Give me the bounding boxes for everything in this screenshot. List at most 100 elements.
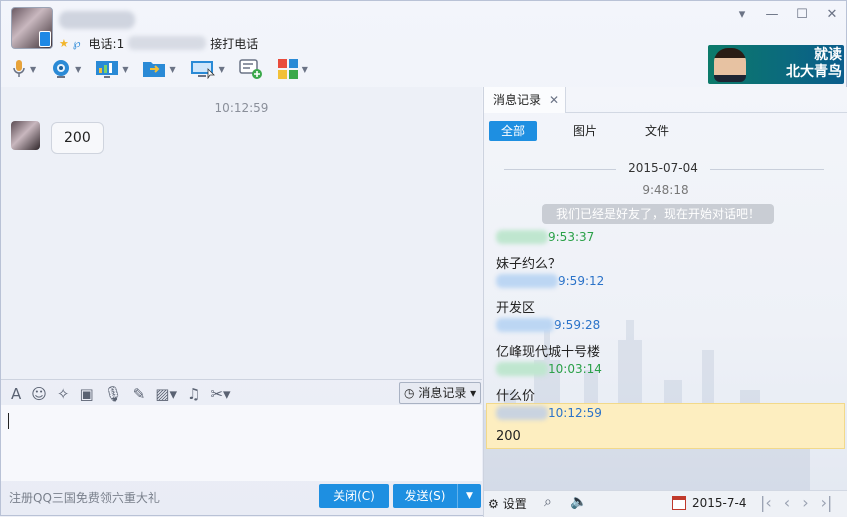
sender-name-redacted: [496, 318, 554, 332]
close-icon[interactable]: ✕: [549, 87, 559, 113]
window-controls: ▾ — ☐ ✕: [734, 7, 840, 23]
webcam-icon: [53, 60, 70, 78]
filter-files[interactable]: 文件: [633, 121, 681, 141]
tab-label: 消息记录: [493, 93, 542, 107]
entry-header: 9:53:37: [496, 229, 836, 245]
chevron-down-icon[interactable]: ▼: [75, 65, 81, 74]
date-separator: 2015-07-04: [484, 161, 847, 177]
message-history-label: 消息记录: [418, 386, 467, 400]
font-icon[interactable]: A: [11, 384, 21, 404]
input-divider: [1, 379, 482, 380]
input-toolbar: A ☺ ✧ ▣ 🎙 ✎ ▨▾ ♫ ✂▾: [11, 383, 231, 405]
history-entry[interactable]: 9:59:12 开发区: [496, 273, 836, 316]
history-entry[interactable]: 10:03:14 什么价: [496, 361, 836, 404]
history-filters: 全部 图片 文件: [489, 121, 681, 141]
send-file-button[interactable]: ▼: [142, 59, 176, 79]
entry-header: 10:03:14: [496, 361, 836, 377]
history-tab-bar: 消息记录 ✕: [484, 87, 847, 113]
send-button[interactable]: 发送(S): [393, 484, 457, 508]
history-pagination: |‹ ‹ › ›|: [760, 493, 832, 512]
ad-photo: [714, 48, 746, 82]
entry-header: 9:59:12: [496, 273, 836, 289]
history-entry[interactable]: 10:12:59 200: [496, 405, 836, 444]
monitor-icon: [190, 61, 215, 79]
promo-link[interactable]: 注册QQ三国免费领六重大礼: [9, 489, 160, 506]
apps-button[interactable]: ▼: [277, 58, 308, 80]
filter-all[interactable]: 全部: [489, 121, 538, 141]
chevron-down-icon[interactable]: ▼: [219, 65, 225, 74]
message-timestamp: 10:12:59: [214, 101, 269, 115]
presentation-icon: [96, 61, 119, 78]
sender-name-redacted: [496, 230, 548, 244]
last-page-icon[interactable]: ›|: [821, 493, 833, 512]
maximize-icon[interactable]: ☐: [794, 7, 810, 23]
tab-message-history[interactable]: 消息记录 ✕: [484, 87, 567, 113]
filter-images[interactable]: 图片: [561, 121, 609, 141]
speaker-icon[interactable]: 🔈: [570, 494, 587, 510]
text-cursor: [8, 413, 9, 429]
message-input[interactable]: [1, 405, 482, 481]
edit-icon[interactable]: ✎: [133, 384, 146, 404]
history-entry[interactable]: 9:59:28 亿峰现代城十号楼: [496, 317, 836, 360]
minimize-icon[interactable]: —: [764, 7, 780, 23]
chevron-down-icon[interactable]: ▼: [30, 65, 36, 74]
entry-text: 200: [496, 429, 521, 444]
emoji-icon[interactable]: ☺: [31, 384, 47, 404]
chat-window: ★ ℘ 电话:1 接打电话 ▾ — ☐ ✕ ▼ ▼ ▼ ▼ ▼ ▼ 就读 北大青…: [0, 0, 847, 517]
close-icon[interactable]: ✕: [824, 7, 840, 23]
nudge-icon[interactable]: ✧: [57, 384, 70, 404]
ad-banner[interactable]: 就读 北大青鸟: [708, 45, 844, 84]
chat-header: ★ ℘ 电话:1 接打电话 ▾ — ☐ ✕ ▼ ▼ ▼ ▼ ▼ ▼ 就读 北大青…: [1, 1, 847, 85]
chevron-down-icon[interactable]: ▼: [302, 65, 308, 74]
voice-message-icon[interactable]: 🎙: [104, 384, 123, 404]
entry-text: 亿峰现代城十号楼: [496, 345, 601, 360]
microphone-icon: [13, 60, 25, 77]
search-icon[interactable]: ⌕: [544, 494, 552, 510]
screenshot-icon[interactable]: ✂▾: [210, 384, 230, 404]
entry-time: 9:59:28: [554, 318, 601, 332]
message-history-button[interactable]: ◷ 消息记录 ▾: [399, 382, 481, 404]
sender-avatar[interactable]: [11, 121, 40, 150]
video-call-button[interactable]: ▼: [50, 59, 81, 79]
image-icon[interactable]: ▨▾: [155, 384, 177, 404]
gif-icon[interactable]: ▣: [79, 384, 93, 404]
calendar-icon: [672, 496, 686, 510]
dropdown-menu-icon[interactable]: ▾: [734, 7, 750, 23]
phone-label: 电话:1: [88, 36, 125, 51]
screen-share-button[interactable]: ▼: [190, 59, 225, 79]
date-picker[interactable]: 2015-7-4: [672, 496, 746, 510]
settings-button[interactable]: ⚙ 设置: [488, 495, 527, 512]
create-discussion-button[interactable]: [239, 58, 263, 80]
music-icon[interactable]: ♫: [187, 384, 200, 404]
entry-time: 10:03:14: [548, 362, 602, 376]
separator-line: [504, 169, 616, 170]
message-list[interactable]: 10:12:59 200: [1, 87, 482, 379]
chevron-down-icon[interactable]: ▼: [169, 65, 175, 74]
voice-call-button[interactable]: ▼: [11, 59, 36, 79]
remote-assist-button[interactable]: ▼: [95, 59, 128, 79]
history-panel: 消息记录 ✕ 全部 图片 文件 2015-07-04 9:48:18 我们已经是…: [484, 87, 847, 490]
next-page-icon[interactable]: ›: [802, 493, 808, 512]
settings-label: 设置: [502, 497, 527, 511]
entry-header: 10:12:59: [496, 405, 836, 421]
separator-line: [710, 169, 824, 170]
entry-text: 什么价: [496, 389, 536, 404]
sender-name-redacted: [496, 362, 548, 376]
ad-text: 就读 北大青鸟: [764, 47, 842, 81]
entry-time: 9:59:12: [558, 274, 605, 288]
folder-icon: [143, 62, 166, 77]
close-button[interactable]: 关闭(C): [319, 484, 389, 508]
message-bubble[interactable]: 200: [51, 122, 104, 154]
previous-page-icon[interactable]: ‹: [784, 493, 790, 512]
sender-name-redacted: [496, 274, 558, 288]
qq-service-icon[interactable]: ℘: [73, 37, 81, 50]
first-page-icon[interactable]: |‹: [760, 493, 772, 512]
chevron-down-icon[interactable]: ▼: [122, 65, 128, 74]
history-entry[interactable]: 9:53:37 妹子约么？: [496, 229, 836, 272]
phone-call-link[interactable]: 接打电话: [210, 35, 258, 52]
contact-avatar[interactable]: [11, 7, 53, 49]
system-message: 我们已经是好友了，现在开始对话吧！: [542, 204, 774, 224]
send-options-button[interactable]: ▼: [457, 484, 481, 508]
star-icon[interactable]: ★: [59, 37, 69, 50]
entry-time: 9:53:37: [548, 230, 595, 244]
